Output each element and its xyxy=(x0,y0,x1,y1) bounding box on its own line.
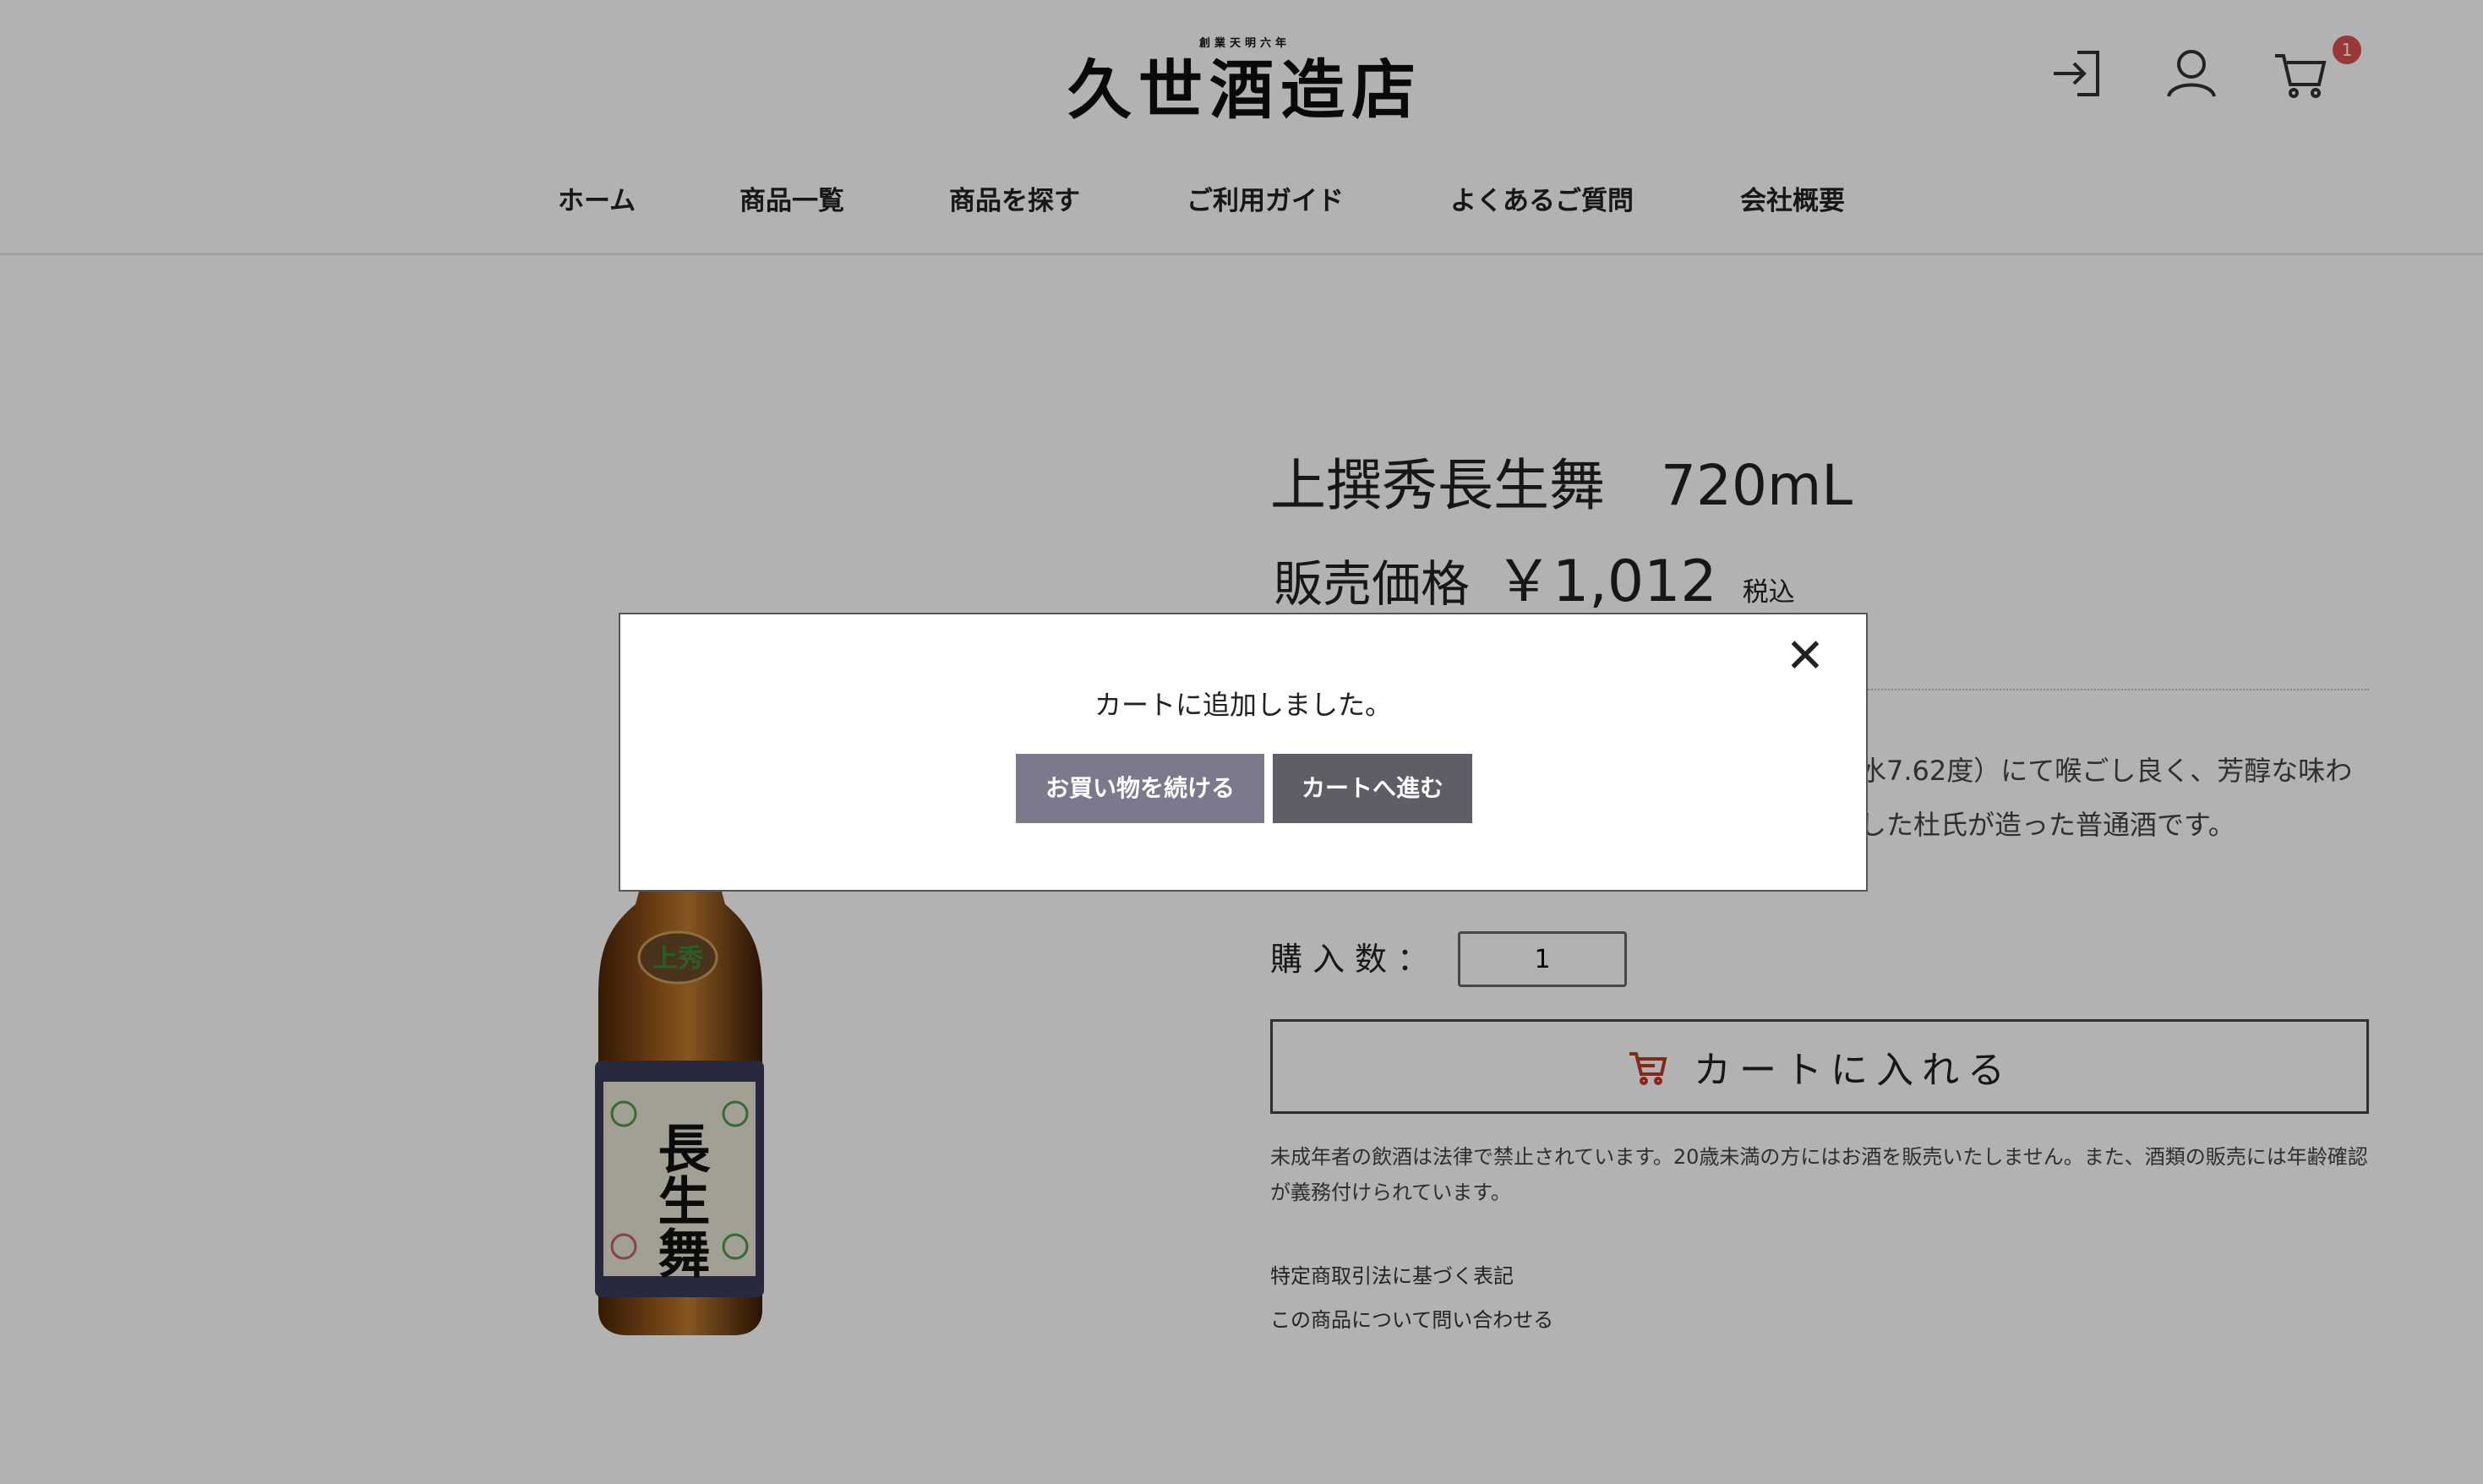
close-icon[interactable]: ✕ xyxy=(1780,631,1831,682)
go-to-cart-button[interactable]: カートへ進む xyxy=(1273,754,1472,823)
dialog-message: カートに追加しました。 xyxy=(1094,689,1392,721)
cart-added-dialog: ✕ カートに追加しました。 お買い物を続ける カートへ進む xyxy=(619,613,1868,892)
continue-shopping-button[interactable]: お買い物を続ける xyxy=(1016,754,1264,823)
